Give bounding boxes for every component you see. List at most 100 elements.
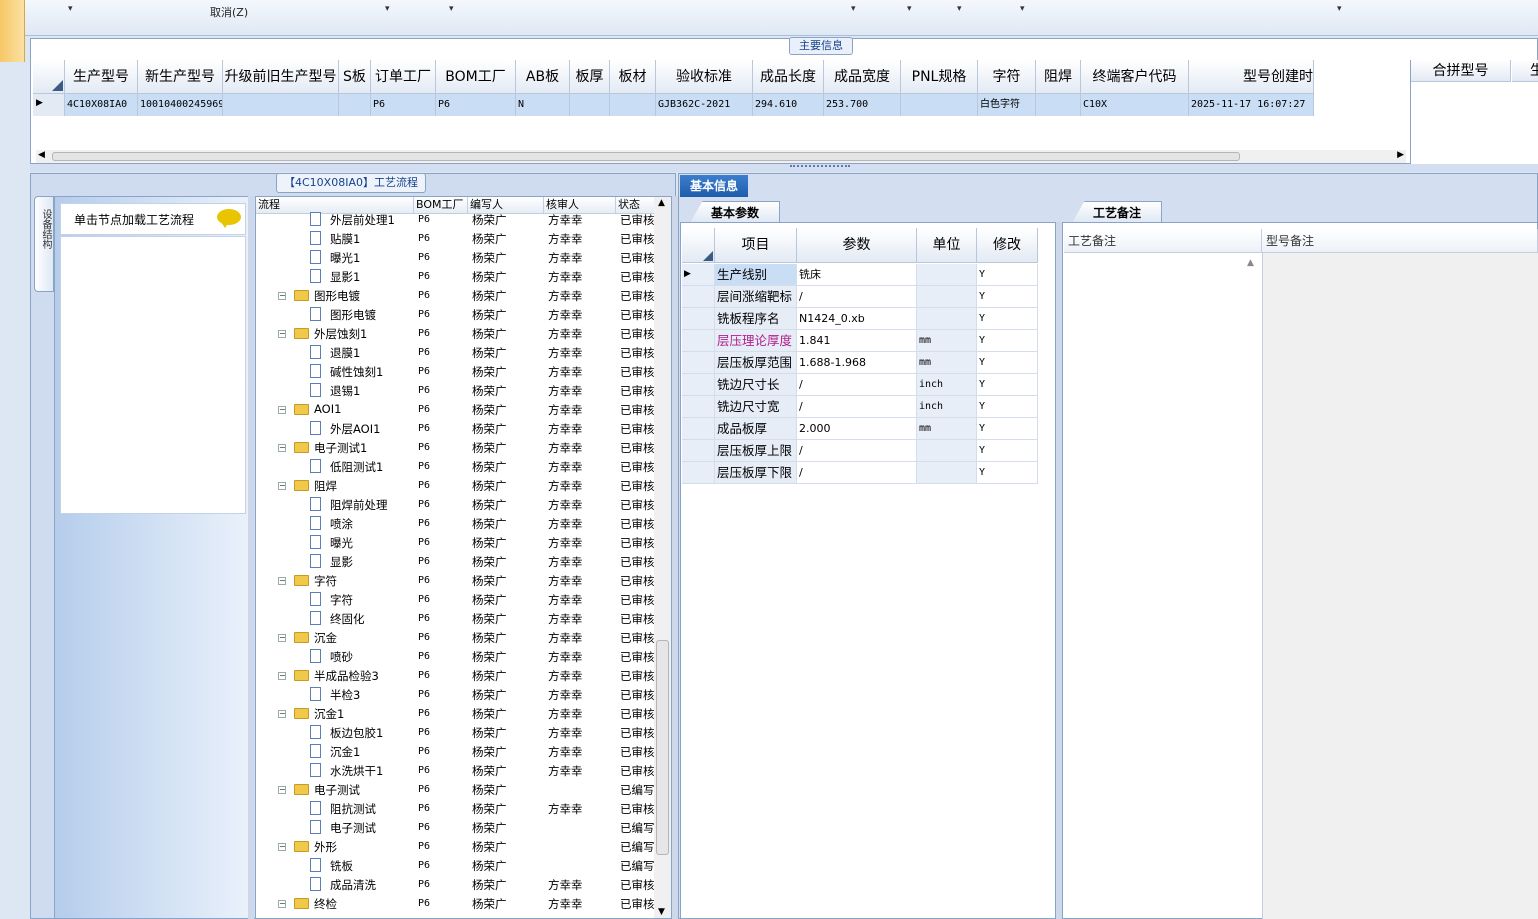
collapse-toggle-icon[interactable]: −	[278, 900, 286, 908]
param-modify-cell[interactable]: Y	[977, 264, 1038, 286]
param-modify-cell[interactable]: Y	[977, 396, 1038, 418]
scroll-up-icon[interactable]: ▲	[658, 198, 665, 208]
tree-row[interactable]: − 字符 P6 杨荣广 方幸幸 已审核	[256, 571, 656, 590]
column-header[interactable]: 成品宽度	[824, 60, 901, 94]
column-header[interactable]: 阻焊	[1036, 60, 1081, 94]
tree-row[interactable]: − 半成品检验3 P6 杨荣广 方幸幸 已审核	[256, 666, 656, 685]
tree-row[interactable]: − 外形 P6 杨荣广 已编写	[256, 837, 656, 856]
tree-row[interactable]: 退膜1 P6 杨荣广 方幸幸 已审核	[256, 343, 656, 362]
row-header[interactable]	[682, 352, 715, 374]
tree-row[interactable]: 贴膜1 P6 杨荣广 方幸幸 已审核	[256, 229, 656, 248]
tree-row[interactable]: 碱性蚀刻1 P6 杨荣广 方幸幸 已审核	[256, 362, 656, 381]
column-header[interactable]: 参数	[797, 228, 917, 263]
model-remark-area[interactable]	[1262, 253, 1538, 919]
column-header[interactable]: BOM工厂	[436, 60, 516, 94]
collapse-toggle-icon[interactable]: −	[278, 634, 286, 642]
row-header[interactable]	[682, 462, 715, 484]
tree-row[interactable]: − 电子测试 P6 杨荣广 已编写	[256, 780, 656, 799]
param-value-cell[interactable]: 2.000	[797, 418, 917, 440]
tab-device-structure[interactable]: 设备结构	[34, 196, 54, 292]
chevron-down-icon[interactable]: ▾	[1337, 4, 1342, 14]
tree-row[interactable]: 铣板 P6 杨荣广 已编写	[256, 856, 656, 875]
column-header[interactable]: 字符	[978, 60, 1036, 94]
tree-row[interactable]: 显影 P6 杨荣广 方幸幸 已审核	[256, 552, 656, 571]
row-header[interactable]	[682, 308, 715, 330]
column-header[interactable]: 型号创建时	[1189, 60, 1314, 94]
column-header[interactable]: 升级前旧生产型号	[223, 60, 339, 94]
tree-row[interactable]: − 图形电镀 P6 杨荣广 方幸幸 已审核	[256, 286, 656, 305]
column-header-model-remark[interactable]: 型号备注	[1262, 229, 1538, 253]
grid-corner[interactable]	[33, 60, 65, 94]
scroll-down-icon[interactable]: ▼	[658, 907, 665, 917]
collapse-toggle-icon[interactable]: −	[278, 672, 286, 680]
column-header[interactable]: 单位	[917, 228, 977, 263]
column-header[interactable]: 订单工厂	[371, 60, 436, 94]
collapse-toggle-icon[interactable]: −	[278, 482, 286, 490]
tab-process-remarks[interactable]: 工艺备注	[1072, 201, 1162, 223]
collapse-toggle-icon[interactable]: −	[278, 843, 286, 851]
cancel-button[interactable]: 取消(Z)	[210, 4, 248, 20]
tree-row[interactable]: 阻焊前处理 P6 杨荣广 方幸幸 已审核	[256, 495, 656, 514]
tree-row[interactable]: 外层AOI1 P6 杨荣广 方幸幸 已审核	[256, 419, 656, 438]
tree-row[interactable]: 显影1 P6 杨荣广 方幸幸 已审核	[256, 267, 656, 286]
tree-row[interactable]: − 沉金 P6 杨荣广 方幸幸 已审核	[256, 628, 656, 647]
param-modify-cell[interactable]: Y	[977, 418, 1038, 440]
row-header[interactable]	[682, 330, 715, 352]
tree-row[interactable]: − 沉金1 P6 杨荣广 方幸幸 已审核	[256, 704, 656, 723]
column-header[interactable]: 修改	[977, 228, 1038, 263]
column-header[interactable]: 成品长度	[753, 60, 824, 94]
param-value-cell[interactable]: /	[797, 440, 917, 462]
chevron-down-icon[interactable]: ▾	[385, 4, 390, 14]
tree-vscroll-thumb[interactable]	[656, 640, 669, 855]
tree-row[interactable]: − 阻焊 P6 杨荣广 方幸幸 已审核	[256, 476, 656, 495]
param-modify-cell[interactable]: Y	[977, 440, 1038, 462]
param-modify-cell[interactable]: Y	[977, 462, 1038, 484]
row-header[interactable]	[682, 396, 715, 418]
tree-row[interactable]: 成品清洗 P6 杨荣广 方幸幸 已审核	[256, 875, 656, 894]
chevron-down-icon[interactable]: ▾	[68, 4, 73, 14]
tree-row[interactable]: 终固化 P6 杨荣广 方幸幸 已审核	[256, 609, 656, 628]
tree-row[interactable]: − 电子测试1 P6 杨荣广 方幸幸 已审核	[256, 438, 656, 457]
row-header[interactable]	[682, 440, 715, 462]
tree-row[interactable]: 曝光 P6 杨荣广 方幸幸 已审核	[256, 533, 656, 552]
column-header[interactable]: 新生产型号	[138, 60, 223, 94]
chevron-down-icon[interactable]: ▾	[449, 4, 454, 14]
tab-basic-params[interactable]: 基本参数	[690, 201, 780, 223]
param-modify-cell[interactable]: Y	[977, 330, 1038, 352]
tree-row[interactable]: 电子测试 P6 杨荣广 已编写	[256, 818, 656, 837]
collapse-toggle-icon[interactable]: −	[278, 577, 286, 585]
chevron-down-icon[interactable]: ▾	[957, 4, 962, 14]
collapse-toggle-icon[interactable]: −	[278, 292, 286, 300]
tree-row[interactable]: − 外层蚀刻1 P6 杨荣广 方幸幸 已审核	[256, 324, 656, 343]
param-modify-cell[interactable]: Y	[977, 352, 1038, 374]
tree-row[interactable]: 曝光1 P6 杨荣广 方幸幸 已审核	[256, 248, 656, 267]
tree-row[interactable]: 喷砂 P6 杨荣广 方幸幸 已审核	[256, 647, 656, 666]
tree-row[interactable]: 图形电镀 P6 杨荣广 方幸幸 已审核	[256, 305, 656, 324]
row-header[interactable]	[682, 374, 715, 396]
row-header[interactable]	[682, 286, 715, 308]
tree-row[interactable]: 喷涂 P6 杨荣广 方幸幸 已审核	[256, 514, 656, 533]
param-value-cell[interactable]: /	[797, 396, 917, 418]
vertical-splitter-left[interactable]	[248, 196, 254, 919]
param-modify-cell[interactable]: Y	[977, 374, 1038, 396]
tree-row[interactable]: 低阻测试1 P6 杨荣广 方幸幸 已审核	[256, 457, 656, 476]
tab-basic-info[interactable]: 基本信息	[680, 175, 748, 197]
column-header[interactable]: S板	[339, 60, 371, 94]
column-header-merge-model[interactable]: 合拼型号	[1411, 60, 1511, 82]
chevron-down-icon[interactable]: ▾	[907, 4, 912, 14]
param-value-cell[interactable]: N1424_0.xb	[797, 308, 917, 330]
collapse-toggle-icon[interactable]: −	[278, 330, 286, 338]
chevron-down-icon[interactable]: ▾	[1020, 4, 1025, 14]
chevron-down-icon[interactable]: ▾	[851, 4, 856, 14]
vertical-splitter-right[interactable]	[1056, 222, 1062, 919]
scroll-up-icon[interactable]: ▲	[1247, 258, 1254, 268]
param-value-cell[interactable]: 1.688-1.968	[797, 352, 917, 374]
param-value-cell[interactable]: 1.841	[797, 330, 917, 352]
param-value-cell[interactable]: /	[797, 286, 917, 308]
tree-row[interactable]: 外层前处理1 P6 杨荣广 方幸幸 已审核	[256, 210, 656, 229]
tree-row[interactable]: 沉金1 P6 杨荣广 方幸幸 已审核	[256, 742, 656, 761]
scroll-right-icon[interactable]: ▶	[1397, 150, 1404, 160]
side-pin-tab[interactable]	[0, 0, 25, 62]
collapse-toggle-icon[interactable]: −	[278, 406, 286, 414]
param-value-cell[interactable]: /	[797, 462, 917, 484]
